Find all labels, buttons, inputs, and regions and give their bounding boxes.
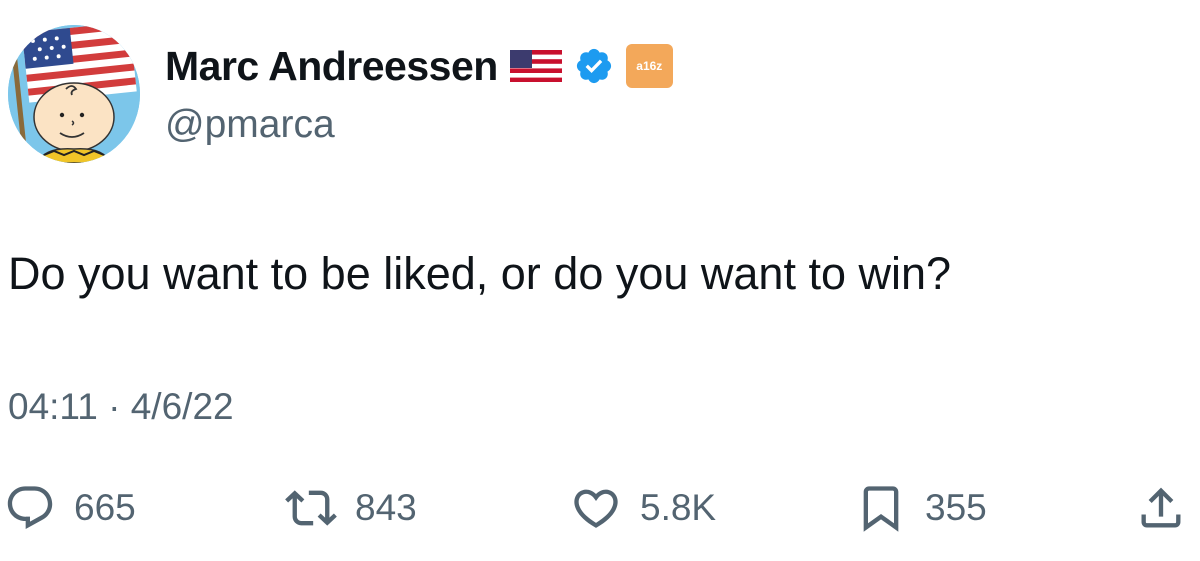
retweet-count: 843 (355, 487, 417, 528)
action-bar: 665 843 5.8K 355 (0, 478, 1200, 538)
author-display-name[interactable]: Marc Andreessen (165, 43, 498, 90)
reply-count: 665 (74, 487, 136, 528)
tweet-text: Do you want to be liked, or do you want … (8, 248, 952, 299)
avatar[interactable] (8, 25, 140, 163)
reply-button[interactable]: 665 (4, 478, 136, 538)
share-button[interactable] (1135, 478, 1187, 538)
affiliate-badge[interactable]: a16z (625, 44, 673, 88)
reply-icon (7, 486, 53, 530)
bookmark-button[interactable]: 355 (855, 478, 987, 538)
avatar-image (8, 25, 140, 163)
like-count: 5.8K (640, 487, 717, 528)
author-name-row: Marc Andreessen a16z (165, 40, 673, 92)
heart-icon (574, 489, 618, 528)
author-handle[interactable]: @pmarca (165, 103, 335, 147)
tweet-timestamp[interactable]: 04:11 · 4/6/22 (8, 386, 234, 428)
bookmark-icon (863, 486, 899, 532)
like-button[interactable]: 5.8K (570, 478, 716, 538)
retweet-icon (285, 490, 337, 526)
affiliate-label: a16z (636, 59, 663, 73)
us-flag-icon (509, 50, 562, 82)
bookmark-count: 355 (925, 487, 987, 528)
retweet-button[interactable]: 843 (285, 478, 417, 538)
tweet-card: Marc Andreessen a16z @pmarca Do you want… (0, 0, 1200, 561)
verified-icon (576, 48, 611, 84)
share-icon (1141, 487, 1181, 528)
